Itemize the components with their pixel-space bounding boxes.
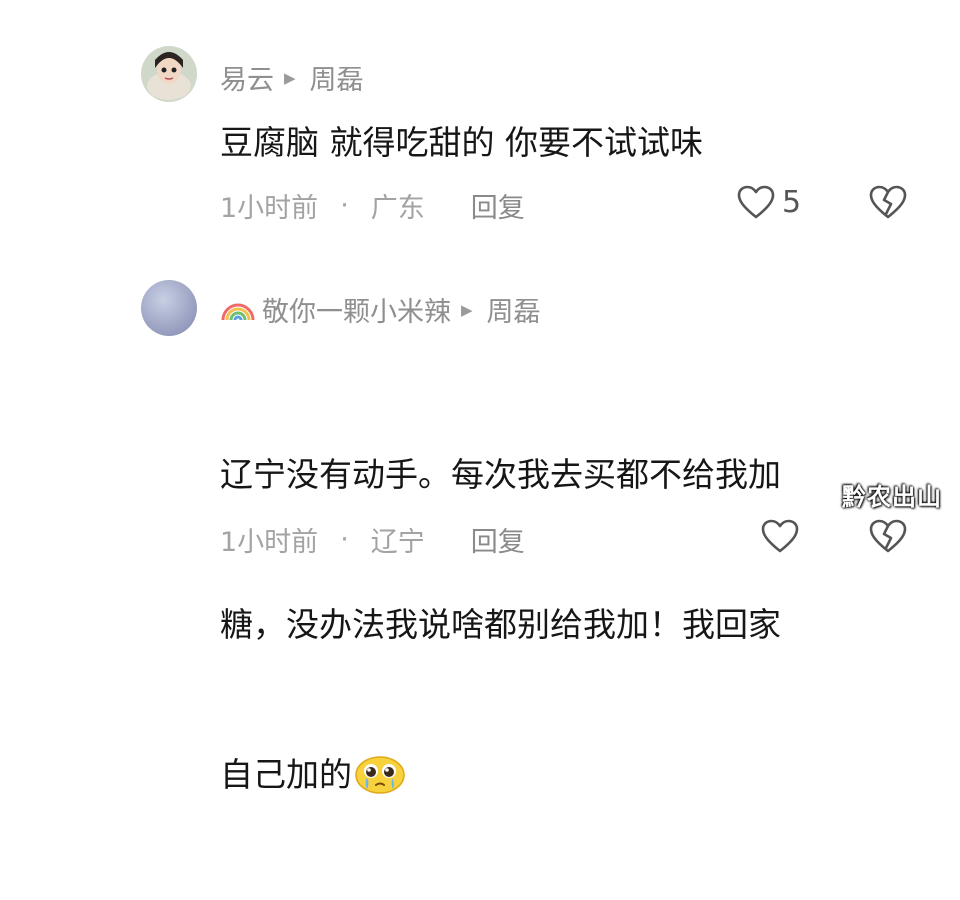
comment-location: 辽宁 (370, 527, 425, 558)
broken-heart-icon (869, 519, 907, 553)
comment-text-line: 糖，没办法我说啥都别给我加！我回家 (220, 605, 781, 644)
comment-time: 1小时前 (220, 527, 319, 558)
heart-outline-icon (737, 185, 775, 219)
reply-to-name[interactable]: 周磊 (310, 58, 364, 97)
like-button[interactable] (760, 518, 806, 554)
separator-dot: · (340, 190, 349, 221)
comment-text-segment: 自己加的 (220, 755, 352, 794)
comment-header: 易云 ▶ 周磊 (220, 58, 364, 97)
pleading-face-emoji-icon (355, 756, 405, 794)
separator-dot: · (340, 524, 349, 555)
broken-heart-icon (869, 185, 907, 219)
dislike-button[interactable] (868, 518, 908, 558)
play-triangle-icon: ▶ (284, 68, 296, 87)
avatar-image (141, 280, 197, 336)
avatar-image (141, 46, 197, 102)
play-triangle-icon: ▶ (461, 300, 473, 319)
reply-button[interactable]: 回复 (471, 520, 525, 559)
reply-to-name[interactable]: 周磊 (487, 290, 541, 329)
comment-location: 广东 (370, 193, 425, 224)
like-count: 5 (782, 184, 802, 220)
comment-text: 辽宁没有动手。每次我去买都不给我加 糖，没办法我说啥都别给我加！我回家 自己加的 (220, 350, 781, 900)
avatar[interactable] (141, 46, 197, 102)
comment-text-line: 自己加的 (220, 750, 781, 800)
watermark: 黔农出山 (842, 483, 942, 511)
comment-meta: 1小时前 · 辽宁 回复 (220, 520, 525, 559)
rainbow-icon (221, 303, 255, 320)
avatar[interactable] (141, 280, 197, 336)
heart-outline-icon (761, 519, 799, 553)
author-name[interactable]: 敬你一颗小米辣 (262, 290, 451, 329)
comment-header: 敬你一颗小米辣 ▶ 周磊 (220, 290, 541, 329)
comment-time: 1小时前 (220, 193, 319, 224)
comment-text: 豆腐脑 就得吃甜的 你要不试试味 (220, 123, 703, 162)
reply-button[interactable]: 回复 (471, 186, 525, 225)
dislike-button[interactable] (868, 184, 908, 224)
author-name[interactable]: 易云 (220, 58, 274, 97)
like-button[interactable]: 5 (736, 184, 801, 220)
comment-meta: 1小时前 · 广东 回复 (220, 186, 525, 225)
comment-text-line: 辽宁没有动手。每次我去买都不给我加 (220, 455, 781, 494)
